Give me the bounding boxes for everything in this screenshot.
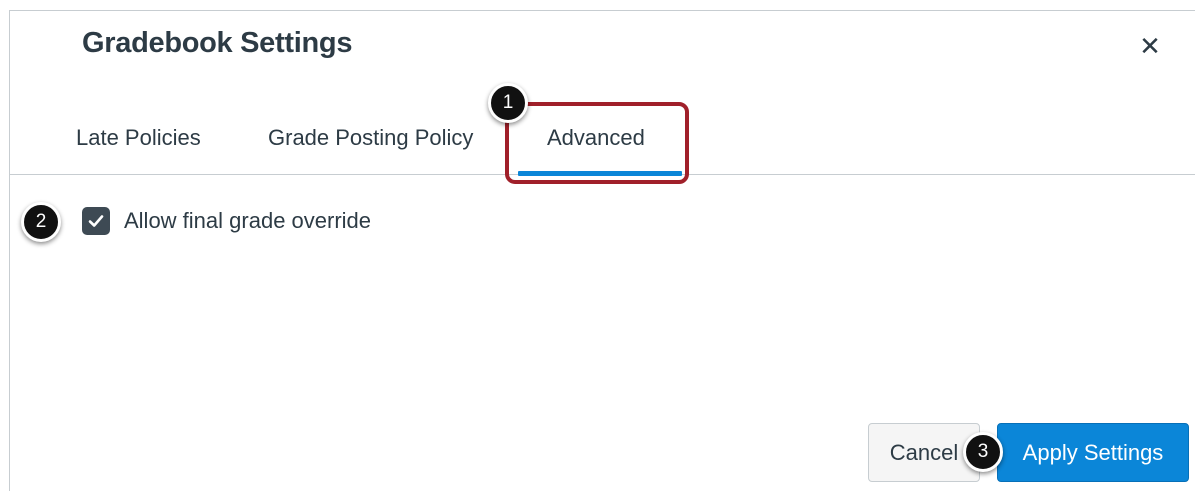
active-tab-indicator [518,171,682,176]
callout-2: 2 [21,202,61,242]
tab-grade-posting-policy[interactable]: Grade Posting Policy [268,125,473,151]
settings-tabs: Late Policies Grade Posting Policy Advan… [10,119,1195,176]
checkmark-icon [88,215,104,227]
final-grade-override-label: Allow final grade override [124,208,372,233]
callout-3: 3 [963,432,1003,472]
gradebook-settings-dialog: Gradebook Settings ✕ Late Policies Grade… [9,10,1195,491]
apply-settings-button[interactable]: Apply Settings [997,423,1189,482]
dialog-title: Gradebook Settings [82,27,353,59]
close-icon: ✕ [1139,30,1161,61]
close-button[interactable]: ✕ [1135,31,1165,61]
tab-late-policies[interactable]: Late Policies [76,125,201,151]
final-grade-override-option: Allow final grade override [82,207,371,235]
final-grade-override-checkbox[interactable] [82,207,110,235]
callout-1: 1 [488,83,528,123]
tab-advanced[interactable]: Advanced [547,125,645,151]
